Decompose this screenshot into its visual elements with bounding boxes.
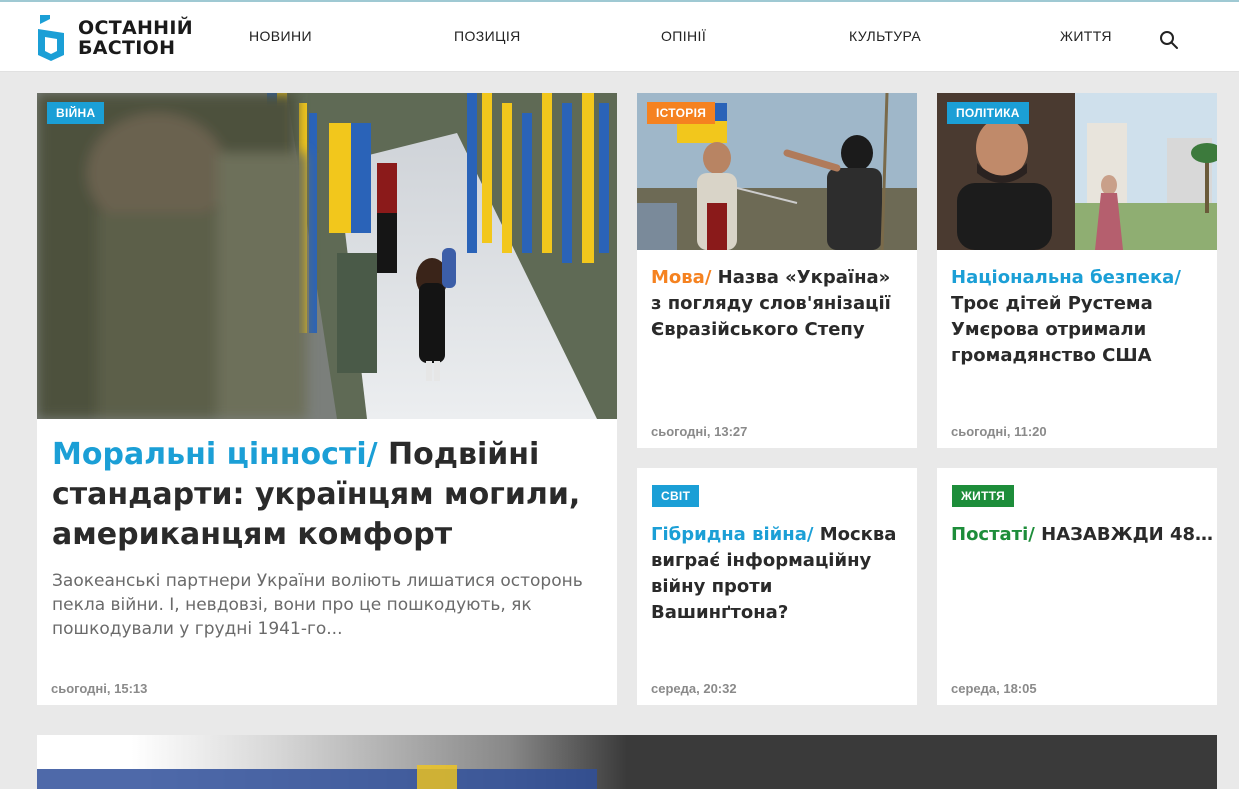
article-headline[interactable]: Троє дітей Рустема Умєрова отримали гром… <box>951 293 1153 366</box>
nav-item-life[interactable]: ЖИТТЯ <box>1060 28 1112 44</box>
article-rubric[interactable]: Мова/ <box>651 267 711 288</box>
site-logo[interactable]: ОСТАННІЙ БАСТІОН <box>36 14 193 62</box>
logo-line-2: БАСТІОН <box>78 37 176 59</box>
banner-image <box>37 735 1217 789</box>
article-rubric[interactable]: Національна безпека/ <box>951 267 1181 288</box>
article-title-main[interactable]: Моральні цінності/ Подвійні стандарти: у… <box>52 435 605 555</box>
article-time: середа, 20:32 <box>651 681 737 696</box>
article-title-politics[interactable]: Національна безпека/ Троє дітей Рустема … <box>951 265 1205 369</box>
article-title-life[interactable]: Постаті/ НАЗАВЖДИ 48… <box>951 522 1213 548</box>
article-time: сьогодні, 13:27 <box>651 424 748 439</box>
article-card-history[interactable]: ІСТОРІЯ Мова/ Назва «Україна» з погляду … <box>637 93 917 448</box>
cemetery-photo <box>37 93 617 419</box>
nav-item-news[interactable]: НОВИНИ <box>249 28 312 44</box>
bastion-logo-icon <box>38 15 64 61</box>
article-time: сьогодні, 11:20 <box>951 424 1047 439</box>
article-lead: Заокеанські партнери України воліють лиш… <box>52 571 583 639</box>
article-image-politics[interactable]: ПОЛІТИКА <box>937 93 1217 250</box>
article-title-history[interactable]: Мова/ Назва «Україна» з погляду слов'яні… <box>651 265 905 343</box>
article-card-world[interactable]: СВІТ Гібридна війна/ Москва виграє́ інфо… <box>637 468 917 705</box>
article-rubric[interactable]: Гібридна війна/ <box>651 524 813 545</box>
article-image-history[interactable]: ІСТОРІЯ <box>637 93 917 250</box>
category-badge-politics[interactable]: ПОЛІТИКА <box>947 102 1029 124</box>
logo-text: ОСТАННІЙ БАСТІОН <box>78 18 193 58</box>
article-image-main[interactable]: ВІЙНА <box>37 93 617 419</box>
logo-line-1: ОСТАННІЙ <box>78 17 193 39</box>
article-card-life[interactable]: ЖИТТЯ Постаті/ НАЗАВЖДИ 48… середа, 18:0… <box>937 468 1217 705</box>
article-rubric[interactable]: Постаті/ <box>951 524 1035 545</box>
site-header: ОСТАННІЙ БАСТІОН НОВИНИ ПОЗИЦІЯ ОПІНІЇ К… <box>0 0 1239 72</box>
article-time: середа, 18:05 <box>951 681 1037 696</box>
category-badge-world[interactable]: СВІТ <box>652 485 700 507</box>
category-badge-war[interactable]: ВІЙНА <box>47 102 105 124</box>
nav-item-position[interactable]: ПОЗИЦІЯ <box>454 28 521 44</box>
article-headline[interactable]: НАЗАВЖДИ 48… <box>1041 524 1213 545</box>
category-badge-history[interactable]: ІСТОРІЯ <box>647 102 716 124</box>
nav-item-opinions[interactable]: ОПІНІЇ <box>661 28 706 44</box>
category-badge-life[interactable]: ЖИТТЯ <box>952 485 1015 507</box>
bottom-banner[interactable] <box>37 735 1217 789</box>
article-rubric[interactable]: Моральні цінності/ <box>52 437 378 472</box>
article-title-world[interactable]: Гібридна війна/ Москва виграє́ інформаці… <box>651 522 905 626</box>
article-card-main[interactable]: ВІЙНА Моральні цінності/ Подвійні станда… <box>37 93 617 705</box>
search-icon[interactable] <box>1159 30 1179 50</box>
nav-item-culture[interactable]: КУЛЬТУРА <box>849 28 921 44</box>
article-time: сьогодні, 15:13 <box>51 681 148 696</box>
article-card-politics[interactable]: ПОЛІТИКА Національна безпека/ Троє дітей… <box>937 93 1217 448</box>
